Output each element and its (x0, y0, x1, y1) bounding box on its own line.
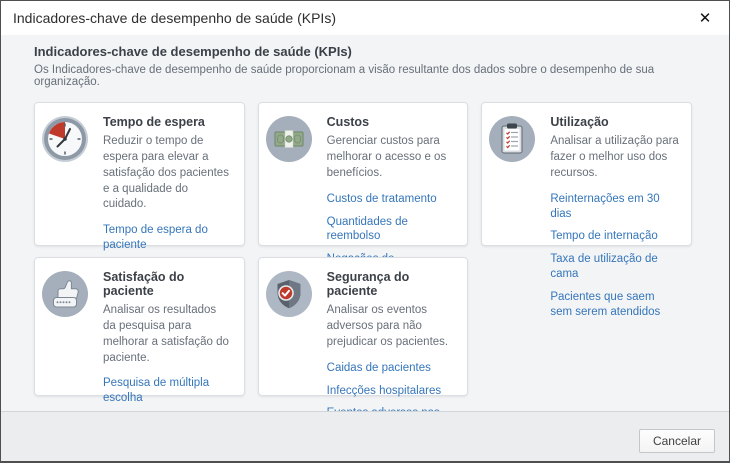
page-description: Os Indicadores-chave de desempenho de sa… (34, 64, 692, 88)
kpi-link-tempo-espera-paciente[interactable]: Tempo de espera do paciente (103, 223, 232, 253)
kpi-card-seguranca-do-paciente: Segurança do paciente Analisar os evento… (258, 257, 469, 396)
card-title: Satisfação do paciente (103, 270, 232, 298)
kpi-link-quantidades-reembolso[interactable]: Quantidades de reembolso (327, 215, 456, 245)
shield-icon (265, 270, 313, 318)
kpi-cards-grid: Tempo de espera Reduzir o tempo de esper… (34, 102, 692, 396)
kpi-card-custos: Custos Gerenciar custos para melhorar o … (258, 102, 469, 246)
card-title: Segurança do paciente (327, 270, 456, 298)
card-description: Analisar a utilização para fazer o melho… (550, 134, 679, 182)
kpi-link-infeccoes-hospitalares[interactable]: Infecções hospitalares (327, 384, 456, 399)
card-description: Analisar os eventos adversos para não pr… (327, 303, 456, 351)
card-title: Tempo de espera (103, 115, 232, 129)
kpi-link-pacientes-saem-sem-atendimento[interactable]: Pacientes que saem sem serem atendidos (550, 290, 679, 320)
dialog-titlebar: Indicadores-chave de desempenho de saúde… (1, 1, 729, 35)
dialog-body: Indicadores-chave de desempenho de saúde… (1, 35, 729, 411)
card-description: Reduzir o tempo de espera para elevar a … (103, 134, 232, 213)
clipboard-icon (488, 115, 536, 163)
close-icon[interactable]: ✕ (693, 6, 717, 30)
kpi-link-taxa-utilizacao-cama[interactable]: Taxa de utilização de cama (550, 252, 679, 282)
page-title: Indicadores-chave de desempenho de saúde… (34, 44, 692, 59)
kpi-card-satisfacao-do-paciente: Satisfação do paciente Analisar os resul… (34, 257, 245, 396)
kpi-card-tempo-de-espera: Tempo de espera Reduzir o tempo de esper… (34, 102, 245, 246)
cancel-button[interactable]: Cancelar (639, 429, 715, 453)
kpi-dialog: Indicadores-chave de desempenho de saúde… (0, 0, 730, 463)
card-title: Custos (327, 115, 456, 129)
thumbs-up-icon (41, 270, 89, 318)
kpi-link-caidas-de-pacientes[interactable]: Caidas de pacientes (327, 361, 456, 376)
dialog-footer: Cancelar (1, 411, 729, 461)
kpi-link-tempo-internacao[interactable]: Tempo de internação (550, 229, 679, 244)
kpi-link-pesquisa-multipla-escolha[interactable]: Pesquisa de múltipla escolha (103, 376, 232, 406)
dialog-title: Indicadores-chave de desempenho de saúde… (13, 10, 336, 26)
card-links: Reinternações em 30 dias Tempo de intern… (550, 192, 679, 321)
money-icon (265, 115, 313, 163)
kpi-link-custos-tratamento[interactable]: Custos de tratamento (327, 192, 456, 207)
card-description: Gerenciar custos para melhorar o acesso … (327, 134, 456, 182)
card-description: Analisar os resultados da pesquisa para … (103, 303, 232, 366)
stopwatch-icon (41, 115, 89, 163)
card-title: Utilização (550, 115, 679, 129)
kpi-card-utilizacao: Utilização Analisar a utilização para fa… (481, 102, 692, 246)
kpi-link-reinternacoes-30-dias[interactable]: Reinternações em 30 dias (550, 192, 679, 222)
